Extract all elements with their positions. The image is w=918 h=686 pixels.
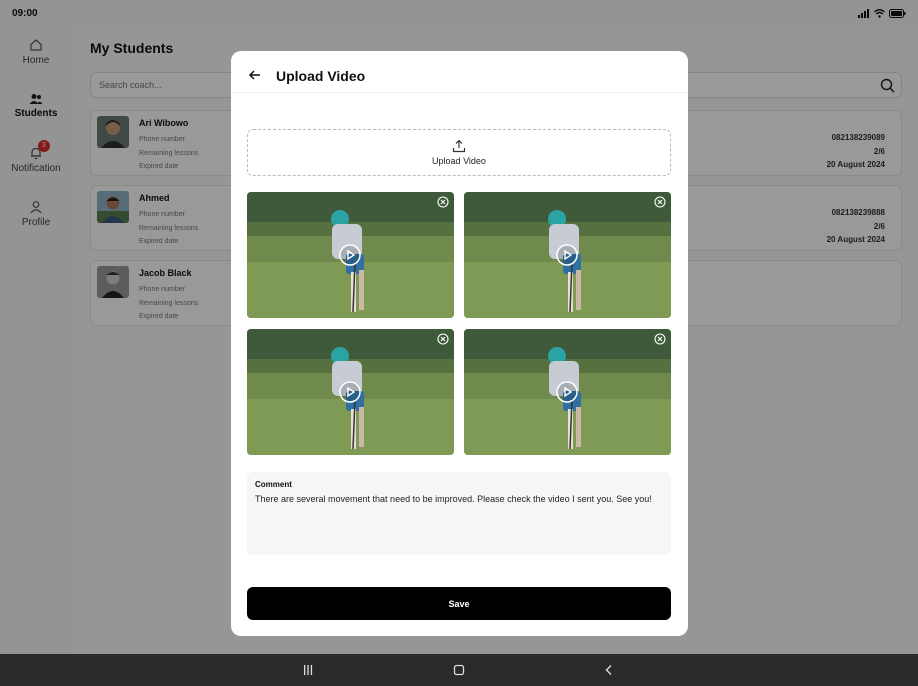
modal-header: Upload Video — [231, 51, 688, 93]
play-icon[interactable] — [556, 244, 578, 266]
comment-text[interactable]: There are several movement that need to … — [255, 492, 663, 506]
comment-field[interactable]: Comment There are several movement that … — [247, 472, 671, 555]
back-nav-button[interactable] — [601, 662, 617, 678]
recent-apps-button[interactable] — [300, 662, 316, 678]
recent-apps-icon — [304, 665, 313, 675]
close-icon[interactable] — [437, 196, 449, 208]
system-nav-bar — [0, 654, 918, 686]
back-chevron-icon — [605, 665, 612, 675]
back-arrow-icon[interactable] — [247, 67, 263, 83]
video-thumbnail[interactable] — [464, 329, 671, 455]
upload-icon — [452, 139, 466, 153]
close-icon[interactable] — [437, 333, 449, 345]
home-square-icon — [453, 664, 465, 676]
comment-label: Comment — [255, 480, 292, 489]
save-button[interactable]: Save — [247, 587, 671, 620]
upload-label: Upload Video — [432, 156, 486, 166]
upload-video-modal: Upload Video Upload Video Comment There … — [231, 51, 688, 636]
play-icon[interactable] — [556, 381, 578, 403]
video-thumbnail[interactable] — [247, 329, 454, 455]
video-thumbnail[interactable] — [464, 192, 671, 318]
app-screen: 09:00 Home Students 3 Notification Profi… — [0, 0, 918, 686]
close-icon[interactable] — [654, 196, 666, 208]
play-icon[interactable] — [339, 244, 361, 266]
modal-title: Upload Video — [276, 68, 366, 84]
home-button[interactable] — [451, 662, 467, 678]
upload-video-dropzone[interactable]: Upload Video — [247, 129, 671, 176]
video-thumbnail[interactable] — [247, 192, 454, 318]
play-icon[interactable] — [339, 381, 361, 403]
close-icon[interactable] — [654, 333, 666, 345]
